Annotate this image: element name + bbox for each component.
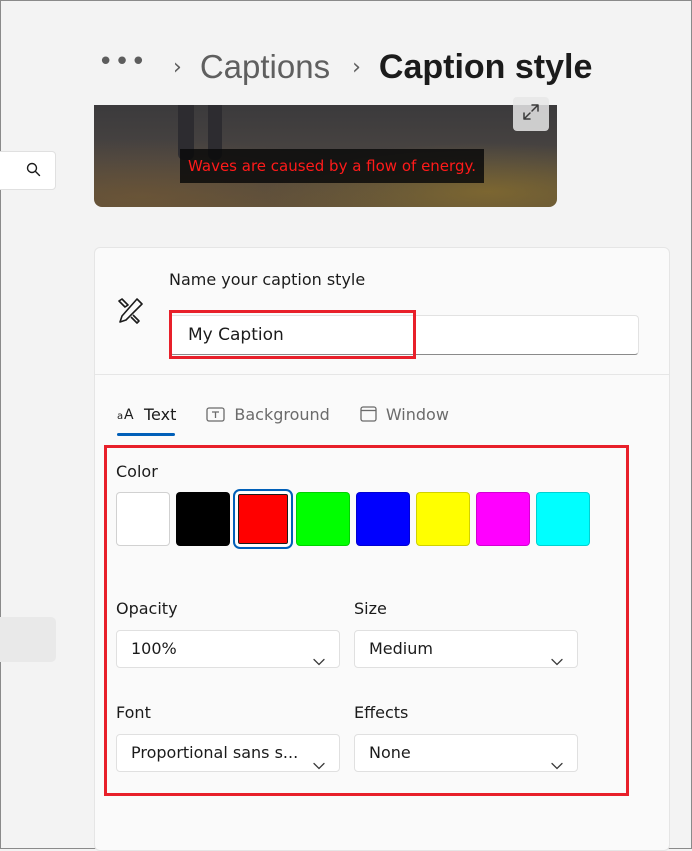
- breadcrumb-more-button[interactable]: •••: [98, 47, 147, 77]
- name-field-label: Name your caption style: [169, 270, 366, 289]
- search-icon: [26, 162, 41, 181]
- preview-caption-text: Waves are caused by a flow of energy.: [180, 149, 484, 183]
- svg-text:A: A: [124, 407, 134, 421]
- chevron-right-icon: ›: [352, 54, 361, 80]
- expand-preview-button[interactable]: [513, 97, 549, 131]
- divider: [95, 374, 669, 375]
- tab-window[interactable]: Window: [360, 396, 449, 432]
- highlight-box-text-settings: [104, 445, 629, 796]
- pen-brush-icon: [115, 296, 145, 330]
- tab-background[interactable]: Background: [206, 396, 330, 432]
- tab-label: Text: [144, 404, 177, 424]
- highlight-box-name: [169, 310, 416, 359]
- text-size-icon: aA: [117, 407, 135, 421]
- sidebar-search-box[interactable]: [0, 151, 56, 190]
- sidebar-item-selected[interactable]: [0, 617, 56, 662]
- chevron-right-icon: ›: [173, 54, 182, 80]
- window-icon: [360, 406, 377, 422]
- svg-text:a: a: [117, 411, 123, 421]
- tab-text[interactable]: aA Text: [117, 396, 177, 436]
- breadcrumb: ••• › Captions › Caption style: [98, 40, 592, 94]
- style-tabs: aA Text Background Window: [117, 396, 479, 436]
- expand-icon: [521, 102, 541, 126]
- tab-label: Background: [234, 404, 330, 424]
- text-box-icon: [206, 406, 226, 422]
- breadcrumb-captions-link[interactable]: Captions: [200, 48, 330, 86]
- tab-label: Window: [385, 404, 449, 424]
- page-title: Caption style: [378, 47, 593, 86]
